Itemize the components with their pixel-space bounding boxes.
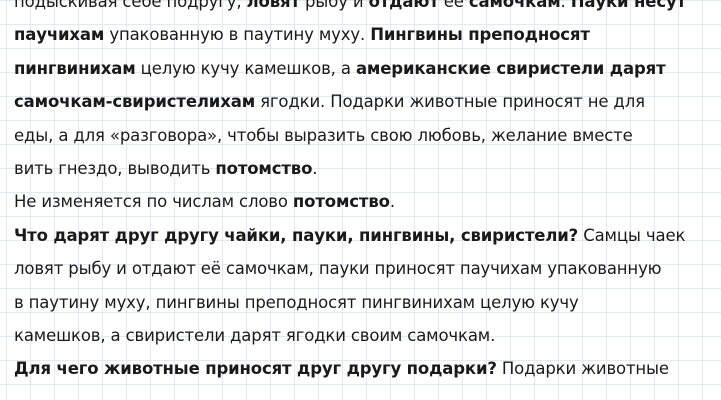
bold-term: ловят: [246, 0, 300, 11]
text-line-4: самочкам-свиристелихам ягодки. Подарки ж…: [14, 85, 714, 118]
text-line-6: вить гнездо, выводить потомство.: [14, 152, 714, 185]
text-run: камешков, а свиристели дарят ягодки свои…: [14, 326, 496, 346]
text-run: рыбу и: [299, 0, 369, 11]
text-run: еды, а для «разговора», чтобы выразить с…: [14, 125, 633, 145]
text-run: Самцы чаек: [578, 225, 686, 245]
bold-term: отдают: [368, 0, 439, 11]
text-line-7: Не изменяется по числам слово потомство.: [14, 185, 714, 218]
text-line-3: пингвинихам целую кучу камешков, а амери…: [14, 52, 714, 85]
document-text: подыскивая себе подругу, ловят рыбу и от…: [14, 0, 714, 386]
text-line-1: подыскивая себе подругу, ловят рыбу и от…: [14, 0, 714, 18]
text-run: вить гнездо, выводить: [14, 159, 216, 179]
text-run: её: [438, 0, 469, 11]
question-heading: Что дарят друг другу чайки, пауки, пингв…: [14, 225, 579, 245]
text-line-2: паучихам упакованную в паутину муху. Пин…: [14, 18, 714, 51]
text-line-11: камешков, а свиристели дарят ягодки свои…: [14, 319, 714, 352]
text-line-8: Что дарят друг другу чайки, пауки, пингв…: [14, 219, 714, 252]
question-heading: Для чего животные приносят друг другу по…: [14, 359, 497, 379]
text-run: .: [389, 192, 395, 212]
text-run: Подарки животные: [496, 359, 669, 379]
text-run: упакованную в паутину муху.: [104, 25, 371, 45]
text-run: в паутину муху, пингвины преподносят пин…: [14, 292, 579, 312]
bold-term: потомство: [215, 159, 313, 179]
text-line-10: в паутину муху, пингвины преподносят пин…: [14, 286, 714, 319]
text-run: ягодки. Подарки животные приносят не для: [255, 92, 645, 112]
bold-term: Пингвины преподносят: [370, 25, 590, 45]
bold-term: пингвинихам: [14, 58, 136, 78]
text-run: ловят рыбу и отдают её самочкам, пауки п…: [14, 259, 662, 279]
bold-term: самочкам: [468, 0, 561, 11]
text-line-5: еды, а для «разговора», чтобы выразить с…: [14, 119, 714, 152]
text-run: .: [312, 159, 318, 179]
text-run: подыскивая себе подругу,: [14, 0, 247, 11]
text-run: Не изменяется по числам слово: [14, 192, 293, 212]
bold-term: паучихам: [14, 25, 105, 45]
text-run: .: [560, 0, 571, 11]
text-line-12: Для чего животные приносят друг другу по…: [14, 352, 714, 385]
text-run: целую кучу камешков, а: [135, 58, 356, 78]
bold-term: потомство: [292, 192, 390, 212]
bold-term: американские свиристели дарят: [355, 58, 666, 78]
bold-term: самочкам-свиристелихам: [14, 92, 256, 112]
document-page: подыскивая себе подругу, ловят рыбу и от…: [0, 0, 721, 400]
bold-term: Пауки несут: [570, 0, 686, 11]
text-line-9: ловят рыбу и отдают её самочкам, пауки п…: [14, 252, 714, 285]
